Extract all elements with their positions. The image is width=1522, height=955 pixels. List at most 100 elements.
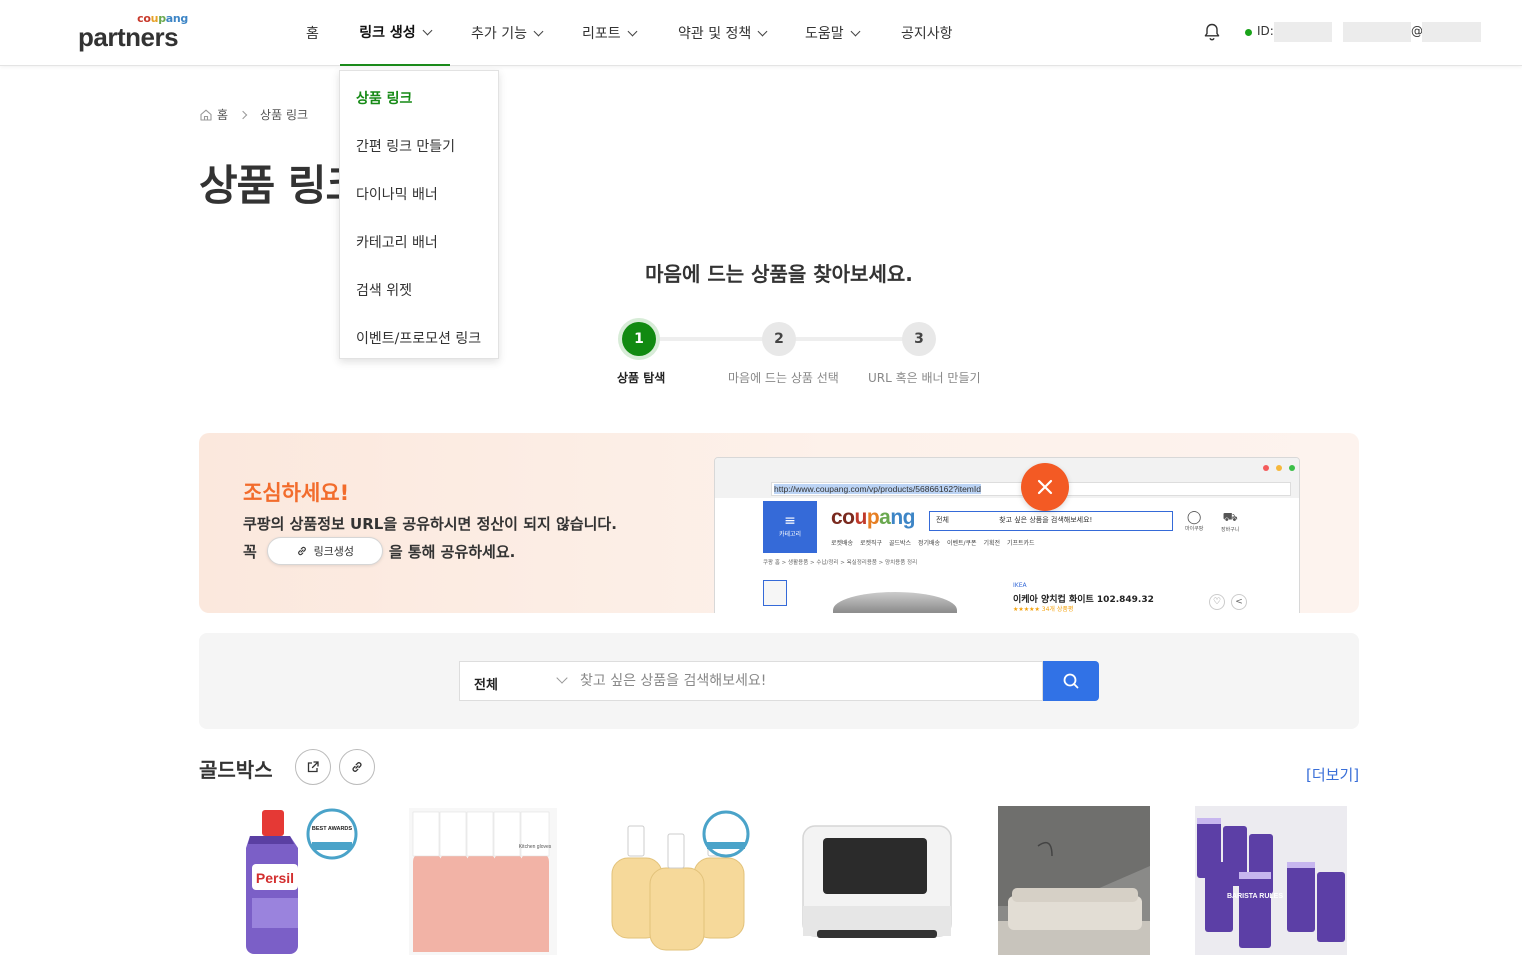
goldbox-link-button[interactable] bbox=[339, 749, 375, 785]
bell-icon[interactable] bbox=[1202, 22, 1222, 42]
steps-heading: 마음에 드는 상품을 찾아보세요. bbox=[645, 262, 913, 286]
heart-icon: ♡ bbox=[1209, 594, 1225, 610]
goldbox-title: 골드박스 bbox=[199, 758, 273, 782]
user-email-masked-local bbox=[1343, 22, 1411, 42]
goldbox-more-link[interactable]: [더보기] bbox=[1306, 764, 1359, 785]
product-card-sofa[interactable] bbox=[998, 806, 1150, 955]
step-2-circle: 2 bbox=[762, 322, 796, 356]
step-1-circle: 1 bbox=[622, 322, 656, 356]
dropdown-item-event-promotion-link[interactable]: 이벤트/프로모션 링크 bbox=[356, 328, 481, 348]
nav-help[interactable]: 도움말 bbox=[805, 0, 861, 66]
nav-report[interactable]: 리포트 bbox=[582, 0, 638, 66]
chevron-down-icon bbox=[850, 26, 861, 36]
nav-notice-label: 공지사항 bbox=[901, 26, 953, 42]
mock-window-dot-yellow bbox=[1276, 465, 1282, 471]
product-card-hand-soap[interactable] bbox=[604, 806, 756, 955]
mock-cart-label: 장바구니 bbox=[1221, 527, 1240, 533]
step-1-label: 상품 탐색 bbox=[617, 371, 666, 385]
mock-search-placeholder: 찾고 싶은 상품을 검색해보세요! bbox=[999, 516, 1093, 524]
coupang-partners-logo[interactable]: coupang partners bbox=[78, 12, 198, 56]
mock-window-dot-green bbox=[1289, 465, 1295, 471]
top-header: coupang partners 홈 링크 생성 추가 기능 리포트 약관 및 … bbox=[0, 0, 1522, 66]
mock-category-label: 카테고리 bbox=[778, 531, 802, 538]
banner-suffix: 을 통해 공유하세요. bbox=[388, 542, 516, 561]
nav-link-create-label: 링크 생성 bbox=[359, 25, 416, 41]
mock-coupang-logo: coupang bbox=[831, 506, 916, 529]
search-button[interactable] bbox=[1043, 661, 1099, 701]
nav-report-label: 리포트 bbox=[582, 26, 621, 42]
product-card-kitchen-gloves[interactable]: Kitchen gloves bbox=[407, 806, 559, 955]
search-box: 전체 bbox=[459, 661, 1043, 701]
mock-category-button: ≡ 카테고리 bbox=[763, 501, 817, 553]
breadcrumb-home[interactable]: 홈 bbox=[217, 106, 228, 123]
search-input[interactable] bbox=[580, 662, 1040, 700]
mock-product-thumbnail bbox=[763, 580, 787, 606]
banner-warning-text: 쿠팡의 상품정보 URL을 공유하시면 정산이 되지 않습니다. bbox=[243, 515, 617, 533]
oven-toaster-image bbox=[802, 825, 952, 938]
mock-mypage-icon: ◯ 마이쿠팡 bbox=[1185, 510, 1204, 532]
link-create-dropdown: 상품 링크 간편 링크 만들기 다이나믹 배너 카테고리 배너 검색 위젯 이벤… bbox=[339, 70, 499, 359]
logo-partners-text: partners bbox=[78, 22, 179, 52]
mock-url-text: http://www.coupang.com/vp/products/56866… bbox=[774, 484, 981, 494]
banner-title: 조심하세요! bbox=[243, 481, 350, 505]
dropdown-item-simple-link[interactable]: 간편 링크 만들기 bbox=[356, 136, 455, 156]
persil-award-text: BEST AWARDS bbox=[312, 826, 352, 832]
mock-brand: IKEA bbox=[1013, 582, 1027, 589]
browser-mockup-illustration: http://www.coupang.com/vp/products/56866… bbox=[714, 457, 1300, 613]
chevron-down-icon[interactable] bbox=[556, 672, 568, 684]
barista-rules-coffee-image: BARISTA RULES bbox=[1195, 806, 1347, 955]
link-create-pill-button[interactable]: 링크생성 bbox=[266, 537, 383, 565]
warning-banner: 조심하세요! 쿠팡의 상품정보 URL을 공유하시면 정산이 되지 않습니다. … bbox=[199, 433, 1359, 613]
mock-window-dot-red bbox=[1263, 465, 1269, 471]
step-3-label: URL 혹은 배너 만들기 bbox=[868, 371, 981, 385]
product-search-panel: 전체 bbox=[199, 633, 1359, 729]
persil-detergent-image: Persil BEST AWARDS bbox=[246, 808, 358, 954]
nav-link-create[interactable]: 링크 생성 bbox=[340, 0, 450, 66]
mock-mypage-label: 마이쿠팡 bbox=[1185, 526, 1204, 532]
chevron-down-icon bbox=[533, 26, 544, 36]
mock-cart-icon: ⛟ 장바구니 bbox=[1221, 510, 1240, 533]
mock-menu-bar: 로켓배송 로켓직구 골드박스 정기배송 이벤트/쿠폰 기획전 기프트카드 bbox=[831, 540, 1035, 547]
banner-prefix: 꼭 bbox=[243, 542, 257, 561]
nav-notice[interactable]: 공지사항 bbox=[901, 0, 953, 66]
mock-product-image bbox=[833, 592, 957, 613]
product-card-persil[interactable]: Persil BEST AWARDS bbox=[210, 806, 362, 955]
chevron-right-icon bbox=[238, 110, 248, 119]
dropdown-item-product-link[interactable]: 상품 링크 bbox=[356, 88, 412, 108]
link-icon bbox=[352, 762, 362, 772]
barista-label-text: BARISTA RULES bbox=[1227, 893, 1283, 900]
product-card-oven[interactable] bbox=[801, 806, 953, 955]
online-status-dot bbox=[1245, 29, 1252, 36]
nav-extra-features-label: 추가 기능 bbox=[471, 26, 527, 42]
breadcrumb: 홈 상품 링크 bbox=[199, 106, 308, 123]
step-2-label: 마음에 드는 상품 선택 bbox=[728, 371, 839, 385]
close-x-icon bbox=[1021, 463, 1069, 511]
search-category-select[interactable]: 전체 bbox=[474, 674, 498, 693]
chevron-down-icon bbox=[757, 26, 768, 36]
dropdown-item-search-widget[interactable]: 검색 위젯 bbox=[356, 280, 412, 300]
nav-home[interactable]: 홈 bbox=[306, 0, 319, 66]
mock-rating: ★★★★★ 34개 상품평 bbox=[1013, 606, 1074, 613]
share-icon: < bbox=[1231, 594, 1247, 610]
product-card-barista-rules[interactable]: BARISTA RULES bbox=[1195, 806, 1347, 955]
goldbox-open-external-button[interactable] bbox=[295, 749, 331, 785]
home-icon bbox=[200, 109, 212, 121]
hand-soap-image bbox=[611, 810, 750, 951]
pill-label: 링크생성 bbox=[313, 545, 355, 558]
dropdown-item-dynamic-banner[interactable]: 다이나믹 배너 bbox=[356, 184, 438, 204]
nav-home-label: 홈 bbox=[306, 26, 319, 42]
user-email-masked-domain bbox=[1422, 22, 1481, 42]
chevron-down-icon bbox=[627, 26, 638, 36]
sofa-interior-image bbox=[998, 806, 1150, 955]
banner-instruction: 꼭 링크생성 을 통해 공유하세요. bbox=[243, 537, 515, 565]
gloves-label-text: Kitchen gloves bbox=[519, 844, 552, 850]
link-icon bbox=[297, 546, 306, 556]
dropdown-item-category-banner[interactable]: 카테고리 배너 bbox=[356, 232, 438, 252]
step-3-circle: 3 bbox=[902, 322, 936, 356]
mock-search-bar: 전체 찾고 싶은 상품을 검색해보세요! bbox=[929, 511, 1173, 531]
nav-terms-policy[interactable]: 약관 및 정책 bbox=[678, 0, 768, 66]
chevron-down-icon bbox=[422, 25, 433, 35]
nav-extra-features[interactable]: 추가 기능 bbox=[471, 0, 544, 66]
hamburger-icon: ≡ bbox=[784, 513, 796, 529]
mock-breadcrumb: 쿠팡 홈 > 생활용품 > 수납/정리 > 욕실정리용품 > 양치용품 정리 bbox=[763, 560, 918, 566]
